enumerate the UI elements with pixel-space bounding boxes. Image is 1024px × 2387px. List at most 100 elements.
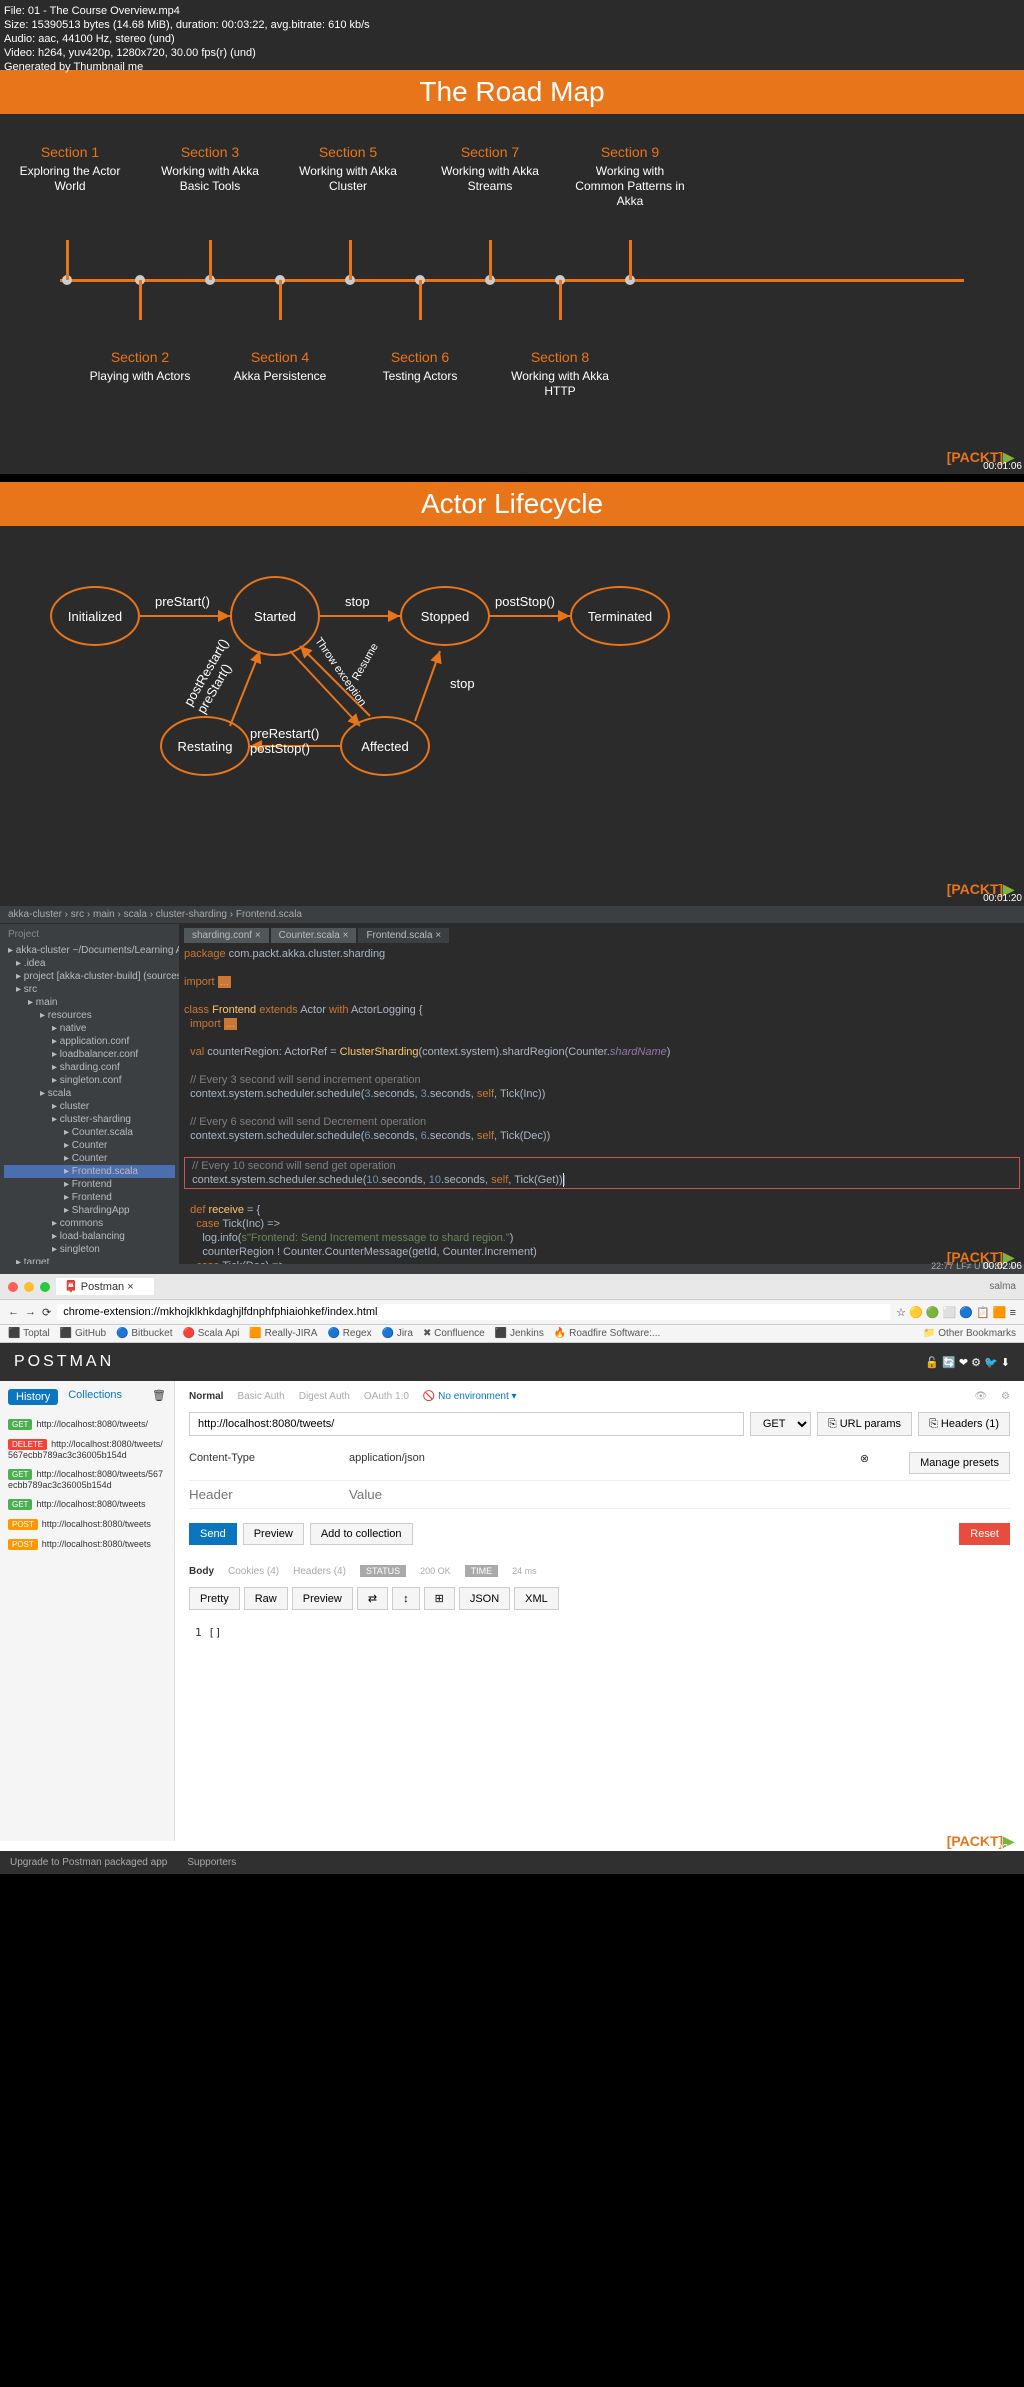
wrap-icon[interactable]: ↕ xyxy=(392,1587,420,1610)
eye-icon[interactable]: 👁 xyxy=(974,1391,987,1402)
supporters-link[interactable]: Supporters xyxy=(187,1857,236,1868)
tree-item[interactable]: ▸ loadbalancer.conf xyxy=(4,1048,175,1061)
method-select[interactable]: GET xyxy=(750,1412,811,1436)
json-button[interactable]: JSON xyxy=(459,1587,510,1610)
env-select[interactable]: No environment ▾ xyxy=(438,1391,516,1402)
extension-icons[interactable]: ☆ 🟡 🟢 ⬜ 🔵 📋 🟧 ≡ xyxy=(896,1306,1016,1319)
tab-basic[interactable]: Basic Auth xyxy=(237,1391,284,1402)
tree-item[interactable]: ▸ src xyxy=(4,983,175,996)
tree-item[interactable]: ▸ cluster xyxy=(4,1100,175,1113)
header-icons[interactable]: 🔓 🔄 ❤ ⚙ 🐦 ⬇ xyxy=(925,1356,1010,1369)
tree-item[interactable]: ▸ native xyxy=(4,1022,175,1035)
history-item[interactable]: POSThttp://localhost:8080/tweets xyxy=(8,1535,166,1555)
tree-item[interactable]: ▸ .idea xyxy=(4,957,175,970)
postman-window: 📮 Postman × salma ← → ⟳ ☆ 🟡 🟢 ⬜ 🔵 📋 🟧 ≡ … xyxy=(0,1274,1024,1874)
bookmark-jira: 🟧 Really-JIRA xyxy=(249,1328,317,1339)
editor-tabs[interactable]: sharding.conf × Counter.scala × Frontend… xyxy=(184,928,1020,943)
remove-header-icon[interactable]: ⊗ xyxy=(860,1452,869,1474)
tab-oauth[interactable]: OAuth 1.0 xyxy=(364,1391,409,1402)
tree-item[interactable]: ▸ Frontend.scala xyxy=(4,1165,175,1178)
other-bookmarks: 📁 Other Bookmarks xyxy=(923,1328,1016,1339)
history-tab[interactable]: History xyxy=(8,1389,58,1405)
project-tree[interactable]: Project ▸ akka-cluster ~/Documents/Learn… xyxy=(0,924,180,1264)
tree-item[interactable]: ▸ application.conf xyxy=(4,1035,175,1048)
lifecycle-slide: Actor Lifecycle Initialized Started Stop… xyxy=(0,482,1024,906)
forward-icon[interactable]: → xyxy=(25,1306,36,1318)
header-value-input[interactable] xyxy=(349,1487,1010,1502)
collections-tab[interactable]: Collections xyxy=(68,1389,122,1405)
tree-item[interactable]: ▸ cluster-sharding xyxy=(4,1113,175,1126)
browser-tab[interactable]: 📮 Postman × xyxy=(56,1278,154,1295)
status-label: STATUS xyxy=(360,1565,406,1577)
tree-item[interactable]: ▸ main xyxy=(4,996,175,1009)
trash-icon[interactable]: 🗑 xyxy=(152,1389,166,1405)
tree-item[interactable]: ▸ commons xyxy=(4,1217,175,1230)
code-editor[interactable]: sharding.conf × Counter.scala × Frontend… xyxy=(180,924,1024,1264)
tree-item[interactable]: ▸ target xyxy=(4,1256,175,1264)
headers-button[interactable]: ⎘ Headers (1) xyxy=(918,1412,1010,1436)
body-tab[interactable]: Body xyxy=(189,1566,214,1577)
maximize-dot[interactable] xyxy=(40,1282,50,1292)
cookies-tab[interactable]: Cookies (4) xyxy=(228,1566,279,1577)
back-icon[interactable]: ← xyxy=(8,1306,19,1318)
upgrade-link[interactable]: Upgrade to Postman packaged app xyxy=(10,1857,167,1868)
tree-item[interactable]: ▸ singleton xyxy=(4,1243,175,1256)
gear-icon[interactable]: ⚙ xyxy=(1001,1391,1010,1402)
tree-item[interactable]: ▸ Frontend xyxy=(4,1178,175,1191)
preview-resp-button[interactable]: Preview xyxy=(292,1587,353,1610)
browser-url-bar[interactable]: ← → ⟳ ☆ 🟡 🟢 ⬜ 🔵 📋 🟧 ≡ xyxy=(0,1300,1024,1325)
header-key-input[interactable] xyxy=(189,1487,329,1502)
time-value: 24 ms xyxy=(512,1566,537,1576)
tree-item[interactable]: ▸ project [akka-cluster-build] (sources … xyxy=(4,970,175,983)
node-initialized: Initialized xyxy=(50,586,140,646)
reset-button[interactable]: Reset xyxy=(959,1523,1010,1545)
tree-item[interactable]: ▸ Frontend xyxy=(4,1191,175,1204)
header-key[interactable]: Content-Type xyxy=(189,1452,329,1474)
manage-presets-button[interactable]: Manage presets xyxy=(909,1452,1010,1474)
send-button[interactable]: Send xyxy=(189,1523,237,1545)
tree-item[interactable]: ▸ akka-cluster ~/Documents/Learning Akka… xyxy=(4,944,175,957)
tab-counter[interactable]: Counter.scala × xyxy=(271,928,357,943)
node-terminated: Terminated xyxy=(570,586,670,646)
copy-icon[interactable]: ⇄ xyxy=(357,1587,388,1610)
tree-item[interactable]: ▸ ShardingApp xyxy=(4,1204,175,1217)
tree-item[interactable]: ▸ Counter xyxy=(4,1139,175,1152)
history-item[interactable]: GEThttp://localhost:8080/tweets xyxy=(8,1495,166,1515)
tab-normal[interactable]: Normal xyxy=(189,1391,223,1402)
url-params-button[interactable]: ⎘ URL params xyxy=(817,1412,912,1436)
ide-breadcrumb[interactable]: akka-cluster › src › main › scala › clus… xyxy=(0,906,1024,924)
address-input[interactable] xyxy=(57,1304,890,1320)
reload-icon[interactable]: ⟳ xyxy=(42,1306,51,1319)
tree-item[interactable]: ▸ Counter.scala xyxy=(4,1126,175,1139)
tree-item[interactable]: ▸ singleton.conf xyxy=(4,1074,175,1087)
search-icon[interactable]: ⊞ xyxy=(424,1587,455,1610)
pretty-button[interactable]: Pretty xyxy=(189,1587,240,1610)
headers-tab[interactable]: Headers (4) xyxy=(293,1566,346,1577)
file-video: Video: h264, yuv420p, 1280x720, 30.00 fp… xyxy=(4,46,370,60)
status-value: 200 OK xyxy=(420,1566,451,1576)
history-item[interactable]: POSThttp://localhost:8080/tweets xyxy=(8,1515,166,1535)
bookmarks-bar[interactable]: ⬛ Toptal ⬛ GitHub 🔵 Bitbucket 🔴 Scala Ap… xyxy=(0,1325,1024,1343)
minimize-dot[interactable] xyxy=(24,1282,34,1292)
add-collection-button[interactable]: Add to collection xyxy=(310,1523,413,1545)
tab-sharding[interactable]: sharding.conf × xyxy=(184,928,269,943)
close-dot[interactable] xyxy=(8,1282,18,1292)
tree-item[interactable]: ▸ resources xyxy=(4,1009,175,1022)
tab-frontend[interactable]: Frontend.scala × xyxy=(358,928,449,943)
history-item[interactable]: GEThttp://localhost:8080/tweets/ xyxy=(8,1415,166,1435)
history-item[interactable]: DELETEhttp://localhost:8080/tweets/567ec… xyxy=(8,1435,166,1465)
label-stop: stop xyxy=(345,594,370,609)
tab-digest[interactable]: Digest Auth xyxy=(299,1391,350,1402)
tree-item[interactable]: ▸ Counter xyxy=(4,1152,175,1165)
history-item[interactable]: GEThttp://localhost:8080/tweets/567ecbb7… xyxy=(8,1465,166,1495)
auth-tabs[interactable]: Normal Basic Auth Digest Auth OAuth 1.0 … xyxy=(189,1391,1010,1402)
tree-item[interactable]: ▸ sharding.conf xyxy=(4,1061,175,1074)
tree-item[interactable]: ▸ load-balancing xyxy=(4,1230,175,1243)
raw-button[interactable]: Raw xyxy=(244,1587,288,1610)
preview-button[interactable]: Preview xyxy=(243,1523,304,1545)
request-url-input[interactable] xyxy=(189,1412,744,1436)
header-value[interactable]: application/json xyxy=(349,1452,840,1474)
tree-item[interactable]: ▸ scala xyxy=(4,1087,175,1100)
xml-button[interactable]: XML xyxy=(514,1587,559,1610)
postman-main: Normal Basic Auth Digest Auth OAuth 1.0 … xyxy=(175,1381,1024,1841)
